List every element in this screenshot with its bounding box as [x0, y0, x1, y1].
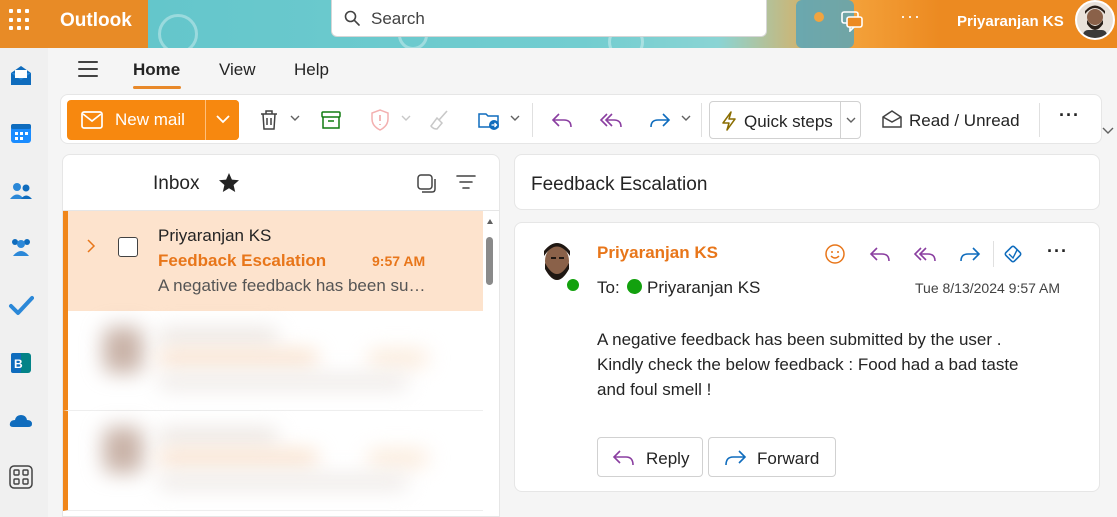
ribbon-collapse-icon[interactable]	[1102, 126, 1114, 136]
reply-label: Reply	[646, 449, 690, 468]
active-tab-indicator	[133, 86, 181, 89]
report-icon[interactable]	[368, 108, 392, 132]
calendar-icon[interactable]	[8, 120, 34, 146]
mail-list-pane: Inbox Priyaranjan KS Feedback Escalation…	[62, 154, 500, 517]
read-unread-icon[interactable]	[881, 109, 903, 129]
reply-icon[interactable]	[550, 108, 574, 132]
onedrive-icon[interactable]	[8, 408, 34, 434]
tab-home[interactable]: Home	[133, 60, 180, 80]
top-bar: Outlook Search ··· Priyaranjan KS	[0, 0, 1117, 48]
quick-steps-button[interactable]: Quick steps	[709, 101, 861, 139]
filter-icon[interactable]	[456, 174, 476, 190]
bookings-icon[interactable]: B	[8, 350, 34, 376]
reading-pane-subject: Feedback Escalation	[514, 154, 1100, 210]
app-title[interactable]: Outlook	[60, 10, 132, 32]
mail-subject: Feedback Escalation	[158, 251, 327, 270]
apps-icon[interactable]	[8, 464, 34, 490]
presence-available-icon	[565, 277, 581, 293]
conversation-subject: Feedback Escalation	[531, 174, 708, 195]
expand-chevron-icon[interactable]	[86, 239, 96, 253]
recipient-name[interactable]: Priyaranjan KS	[647, 278, 760, 298]
reply-icon	[612, 450, 634, 466]
quick-steps-chevron-icon[interactable]	[846, 116, 856, 124]
ribbon-tabs: Home View Help	[48, 48, 1117, 92]
svg-text:B: B	[14, 357, 23, 371]
message-sender[interactable]: Priyaranjan KS	[597, 243, 718, 263]
reply-all-icon[interactable]	[913, 242, 937, 266]
more-commands-icon[interactable]: ···	[1059, 105, 1080, 126]
message-body: A negative feedback has been submitted b…	[597, 327, 1077, 402]
emoji-icon[interactable]	[823, 242, 847, 266]
reply-icon[interactable]	[868, 242, 892, 266]
message-date: Tue 8/13/2024 9:57 AM	[915, 280, 1061, 296]
feedback-icon[interactable]	[840, 10, 864, 32]
actions-divider	[993, 241, 994, 267]
reply-all-icon[interactable]	[599, 108, 623, 132]
app-launcher-icon[interactable]	[9, 9, 31, 31]
search-icon	[344, 10, 360, 26]
favorite-star-icon[interactable]	[217, 171, 241, 195]
search-input[interactable]: Search	[331, 0, 767, 37]
forward-icon[interactable]	[958, 242, 982, 266]
sweep-icon[interactable]	[428, 108, 452, 132]
archive-icon[interactable]	[319, 108, 343, 132]
more-options-icon[interactable]: ···	[900, 6, 921, 27]
mail-sender: Priyaranjan KS	[158, 226, 272, 245]
forward-label: Forward	[757, 449, 820, 468]
chevron-down-icon	[216, 115, 230, 124]
new-mail-dropdown[interactable]	[205, 100, 239, 140]
forward-icon[interactable]	[648, 108, 672, 132]
toolbar-divider	[1039, 103, 1040, 137]
tab-view[interactable]: View	[219, 60, 256, 80]
apps-addin-icon[interactable]	[1001, 242, 1025, 266]
mail-time: 9:57 AM	[372, 253, 426, 269]
scroll-thumb[interactable]	[486, 237, 493, 285]
list-item-redacted[interactable]	[63, 311, 483, 411]
folder-title: Inbox	[153, 173, 200, 194]
new-mail-label: New mail	[115, 110, 185, 129]
message-body-text: A negative feedback has been submitted b…	[597, 330, 1019, 399]
quick-steps-icon	[722, 111, 736, 131]
move-chevron-icon[interactable]	[510, 114, 520, 122]
forward-button[interactable]: Forward	[708, 437, 836, 477]
account-name[interactable]: Priyaranjan KS	[957, 13, 1064, 30]
move-to-icon[interactable]	[477, 108, 501, 132]
mail-preview: A negative feedback has been submitted b…	[158, 276, 433, 295]
quick-steps-label: Quick steps	[744, 112, 833, 131]
people-icon[interactable]	[8, 178, 34, 204]
hamburger-icon[interactable]	[78, 61, 98, 77]
mail-list-scrollbar[interactable]	[483, 211, 499, 516]
scroll-up-arrow-icon[interactable]	[487, 219, 493, 224]
delete-chevron-icon[interactable]	[290, 114, 300, 122]
avatar[interactable]	[1075, 0, 1115, 40]
read-unread-button[interactable]: Read / Unread	[909, 111, 1020, 131]
message-more-icon[interactable]: ···	[1047, 241, 1068, 262]
toolbar-divider	[532, 103, 533, 137]
forward-chevron-icon[interactable]	[681, 114, 691, 122]
quick-steps-split	[840, 102, 841, 138]
select-checkbox[interactable]	[118, 237, 138, 257]
app-rail: B	[0, 48, 48, 517]
toolbar-divider	[701, 103, 702, 137]
to-label: To:	[597, 278, 620, 297]
recipient-available-icon	[627, 279, 642, 294]
reply-button[interactable]: Reply	[597, 437, 703, 477]
report-chevron-icon[interactable]	[401, 114, 411, 122]
forward-icon	[725, 450, 747, 466]
select-all-icon[interactable]	[416, 173, 436, 193]
tab-help[interactable]: Help	[294, 60, 329, 80]
mail-icon[interactable]	[8, 63, 34, 89]
mail-list-header: Inbox	[63, 155, 499, 211]
search-placeholder: Search	[371, 9, 425, 28]
groups-icon[interactable]	[8, 234, 34, 260]
todo-icon[interactable]	[8, 292, 34, 318]
delete-icon[interactable]	[257, 108, 281, 132]
message-card: Priyaranjan KS To: Priyaranjan KS Tue 8/…	[514, 222, 1100, 492]
list-item-redacted[interactable]	[63, 411, 483, 511]
command-toolbar: New mail Quick steps Read / Unread ···	[60, 94, 1102, 144]
envelope-icon	[81, 111, 103, 129]
list-item-selected[interactable]: Priyaranjan KS Feedback Escalation 9:57 …	[63, 211, 483, 311]
